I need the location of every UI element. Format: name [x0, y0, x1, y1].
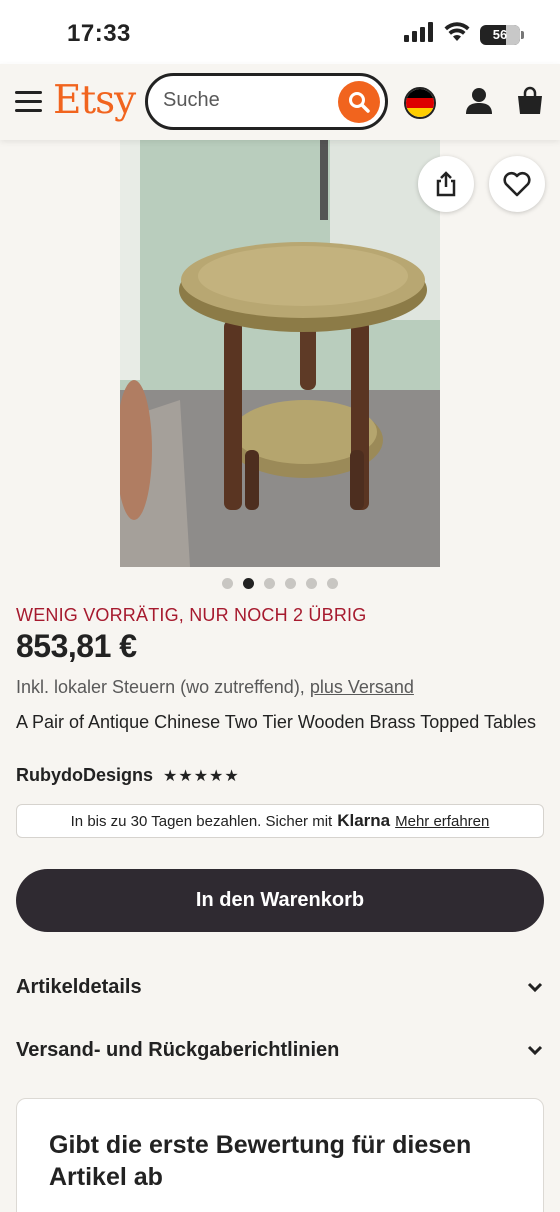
- add-to-cart-button[interactable]: In den Warenkorb: [16, 869, 544, 932]
- product-title: A Pair of Antique Chinese Two Tier Woode…: [16, 712, 536, 732]
- search-input[interactable]: [163, 89, 323, 112]
- battery-icon: 56: [480, 24, 524, 45]
- review-prompt: Gibt die erste Bewertung für diesen Arti…: [49, 1131, 472, 1191]
- chevron-down-icon: [527, 982, 543, 993]
- share-icon: [436, 171, 456, 197]
- germany-flag-icon[interactable]: [404, 87, 436, 119]
- carousel-dot-active[interactable]: [243, 578, 254, 589]
- status-icons: 56: [404, 22, 524, 47]
- search-icon: [349, 92, 370, 113]
- carousel-dot[interactable]: [264, 578, 275, 589]
- share-button[interactable]: [418, 156, 474, 212]
- rating-stars: ★★★★★: [163, 767, 240, 785]
- product-photo: [120, 140, 440, 567]
- carousel-dot[interactable]: [306, 578, 317, 589]
- heart-icon: [503, 171, 531, 197]
- user-icon[interactable]: [464, 86, 494, 121]
- klarna-brand: Klarna: [337, 811, 391, 830]
- site-header: Etsy: [0, 64, 560, 140]
- tax-note-text: Inkl. lokaler Steuern (wo zutreffend),: [16, 677, 305, 697]
- klarna-text: In bis zu 30 Tagen bezahlen. Sicher mit: [70, 812, 333, 830]
- search-bar[interactable]: [145, 73, 388, 130]
- section-item-details[interactable]: Artikeldetails: [16, 967, 544, 1007]
- image-carousel-dots: [222, 578, 338, 589]
- status-bar: 17:33 56: [0, 0, 560, 64]
- section-label: Artikeldetails: [16, 975, 142, 998]
- stock-notice: WENIG VORRÄTIG, NUR NOCH 2 ÜBRIG: [16, 605, 367, 625]
- menu-icon[interactable]: [15, 91, 42, 113]
- section-shipping-returns[interactable]: Versand- und Rückgaberichtlinien: [16, 1030, 544, 1070]
- wifi-icon: [444, 22, 470, 47]
- etsy-logo[interactable]: Etsy: [53, 78, 136, 123]
- shop-info: RubydoDesigns ★★★★★: [16, 765, 240, 786]
- carousel-dot[interactable]: [285, 578, 296, 589]
- signal-icon: [404, 22, 434, 47]
- tax-note: Inkl. lokaler Steuern (wo zutreffend), p…: [16, 677, 414, 698]
- klarna-banner: In bis zu 30 Tagen bezahlen. Sicher mit …: [16, 804, 544, 838]
- section-label: Versand- und Rückgaberichtlinien: [16, 1038, 340, 1061]
- klarna-more-link[interactable]: Mehr erfahren: [395, 813, 489, 830]
- shopping-bag-icon[interactable]: [515, 86, 545, 121]
- status-time: 17:33: [67, 20, 131, 47]
- battery-level: 56: [492, 27, 508, 42]
- shop-name[interactable]: RubydoDesigns: [16, 765, 153, 786]
- review-card: Gibt die erste Bewertung für diesen Arti…: [16, 1098, 544, 1212]
- shipping-link[interactable]: plus Versand: [310, 677, 414, 697]
- chevron-down-icon: [527, 1045, 543, 1056]
- search-button[interactable]: [338, 81, 380, 123]
- carousel-dot[interactable]: [327, 578, 338, 589]
- product-price: 853,81 €: [16, 628, 137, 664]
- carousel-dot[interactable]: [222, 578, 233, 589]
- favorite-button[interactable]: [489, 156, 545, 212]
- product-image[interactable]: [120, 140, 440, 567]
